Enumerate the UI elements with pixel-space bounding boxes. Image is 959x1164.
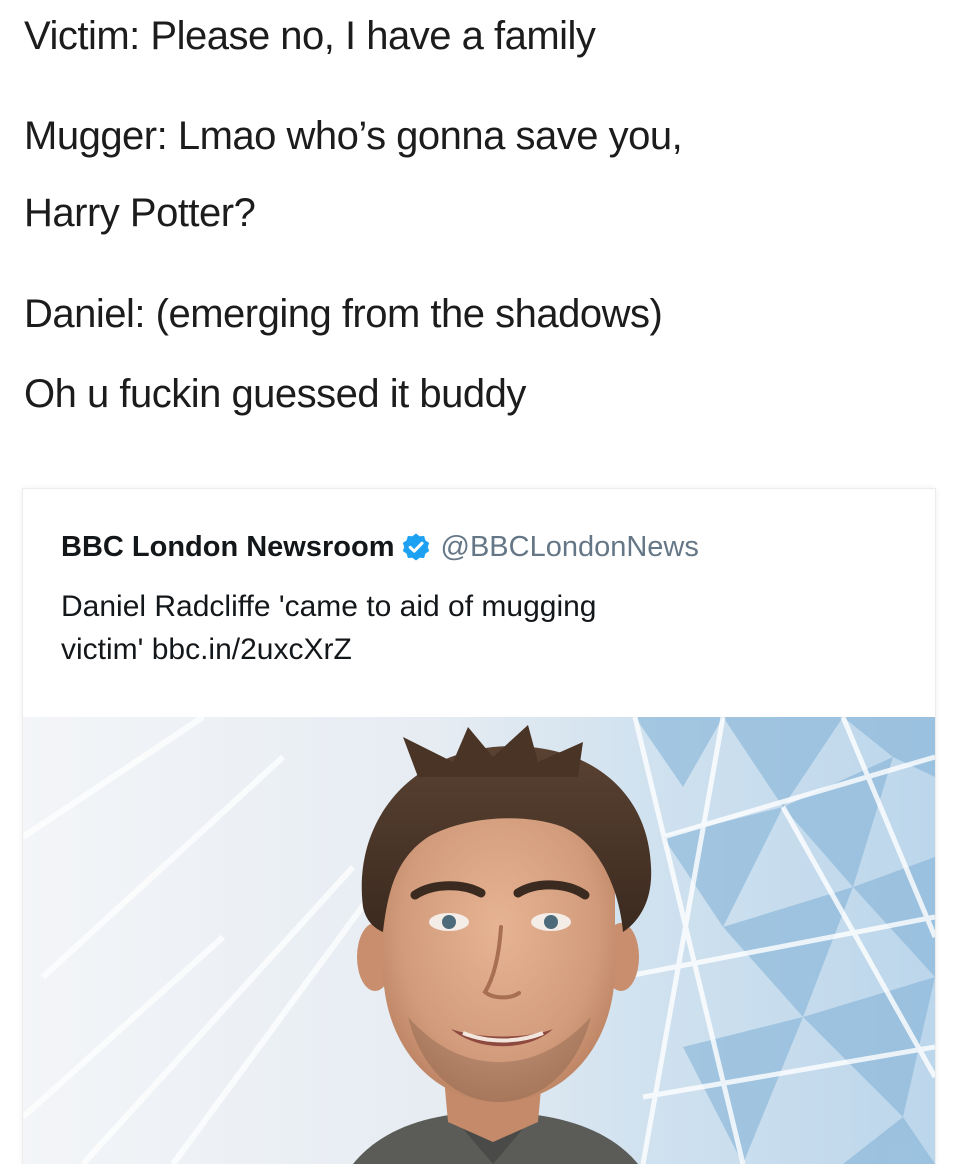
tweet-card[interactable]: BBC London Newsroom @BBCLondonNews Danie… bbox=[22, 488, 936, 1164]
tweet-handle[interactable]: @BBCLondonNews bbox=[441, 531, 699, 564]
caption-line-daniel: Daniel: (emerging from the shadows) bbox=[24, 292, 663, 336]
tweet-author[interactable]: BBC London Newsroom bbox=[61, 531, 395, 564]
verified-badge-icon bbox=[401, 532, 431, 562]
portrait-illustration bbox=[23, 717, 935, 1164]
tweet-text-line1: Daniel Radcliffe 'came to aid of mugging bbox=[61, 590, 597, 623]
tweet-header: BBC London Newsroom @BBCLondonNews bbox=[61, 527, 699, 567]
caption-line-mugger-cont: Harry Potter? bbox=[24, 191, 256, 235]
tweet-text: Daniel Radcliffe 'came to aid of mugging… bbox=[61, 585, 921, 671]
caption-line-daniel-cont: Oh u fuckin guessed it buddy bbox=[24, 372, 526, 416]
tweet-photo[interactable] bbox=[23, 717, 935, 1164]
tweet-text-line2[interactable]: victim' bbc.in/2uxcXrZ bbox=[61, 628, 921, 671]
caption-line-victim: Victim: Please no, I have a family bbox=[24, 14, 596, 58]
caption-line-mugger: Mugger: Lmao who’s gonna save you, bbox=[24, 114, 683, 158]
